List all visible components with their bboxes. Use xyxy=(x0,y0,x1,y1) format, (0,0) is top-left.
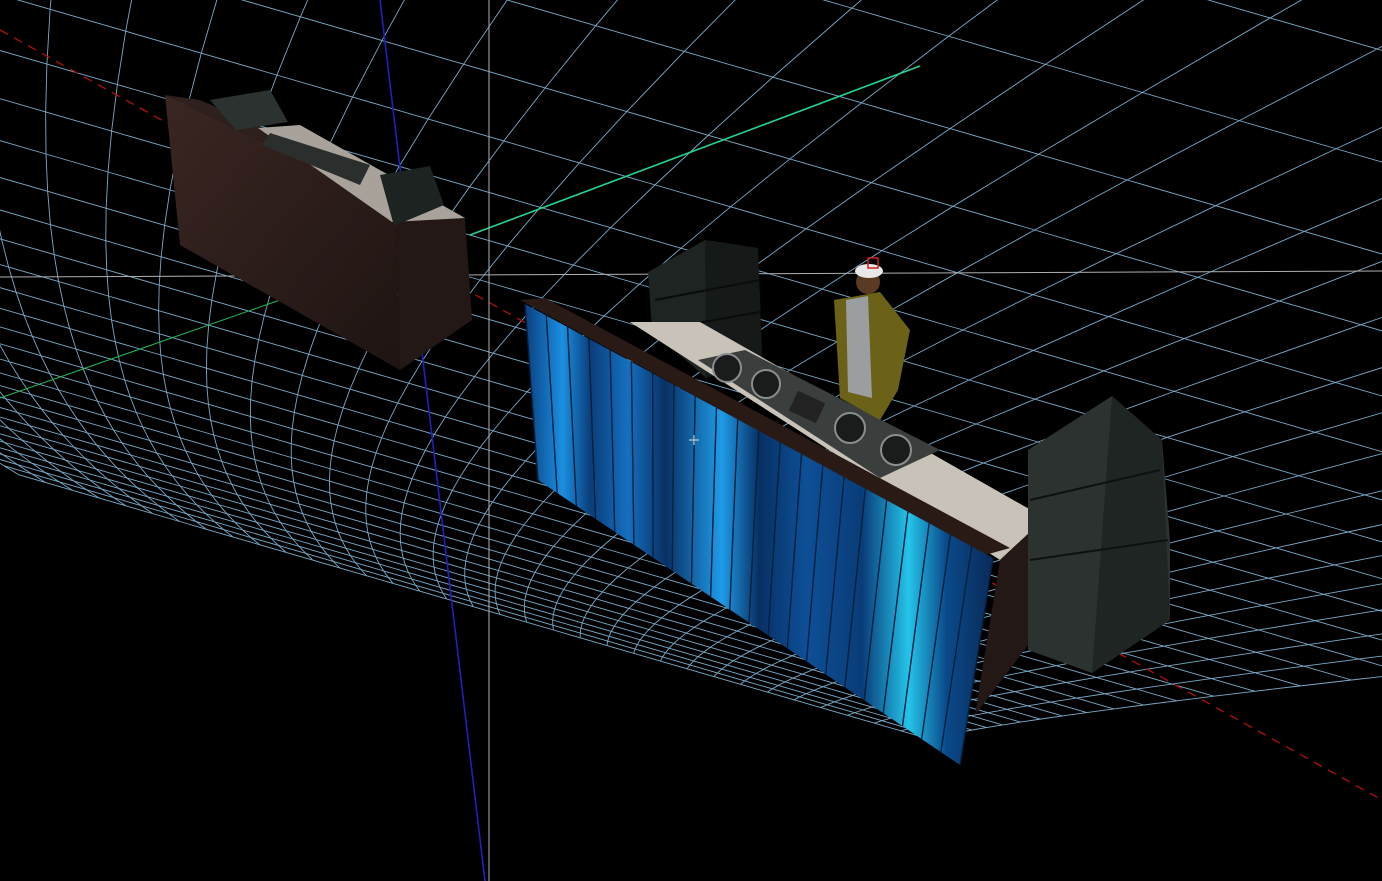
grid-line xyxy=(0,391,127,507)
dj-booth-back[interactable] xyxy=(165,90,472,370)
cdj-3 xyxy=(834,412,866,444)
z-axis-line xyxy=(379,0,486,881)
3d-viewport[interactable] xyxy=(0,0,1382,881)
grid-line xyxy=(0,344,153,514)
dj-avatar[interactable] xyxy=(834,257,910,420)
grid-line xyxy=(0,438,73,491)
cdj-2 xyxy=(751,369,781,399)
speaker-stack-right[interactable] xyxy=(1028,396,1170,673)
cdj-1 xyxy=(712,353,742,383)
cdj-4 xyxy=(880,434,912,466)
